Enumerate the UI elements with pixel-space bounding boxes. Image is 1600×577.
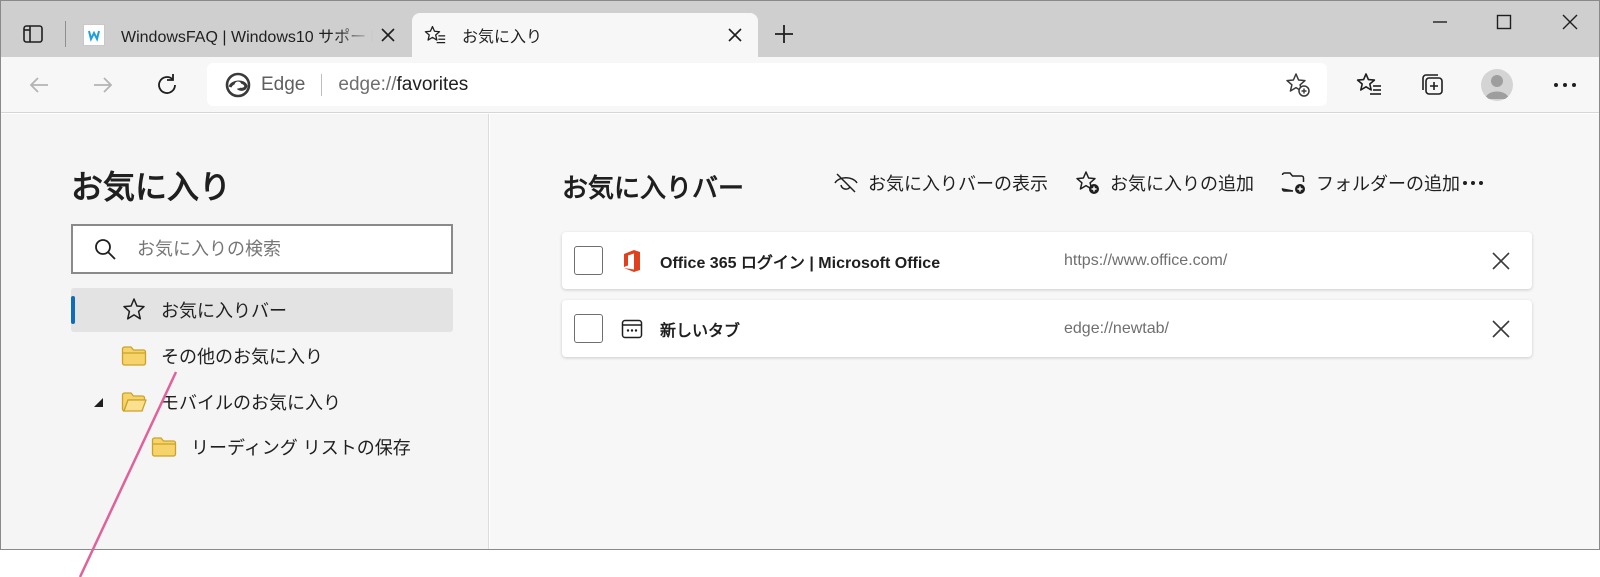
row-checkbox[interactable] [574,246,603,275]
plus-icon [775,25,793,43]
action-label: フォルダーの追加 [1316,174,1460,194]
arrow-right-icon [94,77,113,93]
action-label: お気に入りの追加 [1110,174,1254,194]
search-input[interactable] [137,238,437,260]
close-icon [1492,252,1510,270]
star-add-icon [1286,73,1310,97]
tab-title: お気に入り [462,29,543,46]
close-icon [381,28,395,42]
favorites-main: お気に入りバー お気に入りバーの表示 お気に入りの追加 フォルダーの追加 Off… [490,114,1599,549]
sidebar-title: お気に入り [71,169,232,205]
add-folder-button[interactable]: フォルダーの追加 [1280,164,1460,202]
tab-separator [65,21,66,47]
favorite-row[interactable]: Office 365 ログイン | Microsoft Office https… [562,232,1532,289]
collections-button[interactable] [1415,67,1451,103]
sidebar-item-label: モバイルのお気に入り [161,393,341,413]
folder-open-icon [121,389,147,415]
tab-close-button[interactable] [720,20,750,50]
eye-hidden-icon [832,169,860,197]
refresh-button[interactable] [149,67,185,103]
favorite-row[interactable]: 新しいタブ edge://newtab/ [562,300,1532,357]
tab-windowsfaq[interactable]: WindowsFAQ | Windows10 サポート [71,13,411,57]
settings-more-button[interactable] [1547,67,1583,103]
maximize-icon [1496,14,1512,30]
window-close-button[interactable] [1547,7,1593,37]
address-url[interactable]: edge://favorites [338,74,468,96]
address-divider [321,73,323,96]
sidebar-item-other-favorites[interactable]: その他のお気に入り [71,334,453,378]
tab-strip: WindowsFAQ | Windows10 サポート お気に入り [1,1,1599,57]
close-icon [1562,14,1578,30]
folder-icon [121,343,147,369]
close-icon [728,28,742,42]
office-icon [619,248,645,274]
browser-window: WindowsFAQ | Windows10 サポート お気に入り Edge e… [0,0,1600,550]
favorite-url: https://www.office.com/ [1064,251,1228,269]
sidebar-item-mobile-favorites[interactable]: モバイルのお気に入り [71,380,453,424]
more-horizontal-icon [1463,181,1483,185]
refresh-icon [158,74,176,94]
favorite-name[interactable]: Office 365 ログイン | Microsoft Office [660,249,940,273]
row-checkbox[interactable] [574,314,603,343]
url-scheme: edge:// [338,73,397,95]
favorites-list-icon [1356,73,1381,95]
address-site-label: Edge [261,73,306,95]
sidebar-item-label: その他のお気に入り [161,347,323,367]
page-title: お気に入りバー [562,173,745,203]
delete-favorite-button[interactable] [1486,246,1516,276]
tab-actions-button[interactable] [15,19,51,49]
address-bar[interactable]: Edge edge://favorites [207,63,1327,106]
new-tab-button[interactable] [767,19,801,49]
arrow-left-icon [29,77,48,93]
profile-button[interactable] [1479,67,1515,103]
favorites-star-icon [424,24,446,46]
favorites-search[interactable] [71,224,453,274]
folder-add-icon [1280,169,1308,197]
sidebar-item-reading-list[interactable]: リーディング リストの保存 [71,425,453,469]
tab-close-button[interactable] [373,20,403,50]
favorite-name[interactable]: 新しいタブ [660,317,740,341]
delete-favorite-button[interactable] [1486,314,1516,344]
newtab-icon [619,316,645,342]
sidebar-item-label: リーディング リストの保存 [191,438,411,458]
show-favorites-bar-button[interactable]: お気に入りバーの表示 [832,164,1048,202]
star-add-icon [1074,169,1102,197]
tab-title: WindowsFAQ | Windows10 サポート [121,29,373,46]
avatar [1481,69,1513,101]
forward-button[interactable] [85,67,121,103]
favorites-button[interactable] [1351,67,1387,103]
favorite-url: edge://newtab/ [1064,319,1169,337]
back-button[interactable] [21,67,57,103]
edge-logo-icon [225,72,251,98]
collections-icon [1422,74,1443,95]
add-favorite-button[interactable] [1283,70,1313,100]
action-label: お気に入りバーの表示 [868,174,1048,194]
maximize-button[interactable] [1481,7,1527,37]
more-options-button[interactable] [1456,166,1490,200]
url-path: favorites [396,73,469,95]
windowsfaq-icon [83,24,105,46]
minimize-button[interactable] [1417,7,1463,37]
minimize-icon [1433,21,1447,23]
favorites-sidebar: お気に入り お気に入りバー その他のお気に入り モバイルのお気に入り [1,114,489,549]
toolbar: Edge edge://favorites [1,57,1599,113]
more-horizontal-icon [1554,83,1576,87]
sidebar-item-favorites-bar[interactable]: お気に入りバー [71,288,453,332]
sidebar-item-label: お気に入りバー [161,301,287,321]
tab-favorites[interactable]: お気に入り [412,13,758,57]
folder-icon [151,434,177,460]
add-favorite-action-button[interactable]: お気に入りの追加 [1074,164,1254,202]
tab-actions-icon [23,25,43,43]
selection-indicator [71,296,75,324]
search-icon [95,239,116,260]
close-icon [1492,320,1510,338]
star-icon [121,297,147,323]
